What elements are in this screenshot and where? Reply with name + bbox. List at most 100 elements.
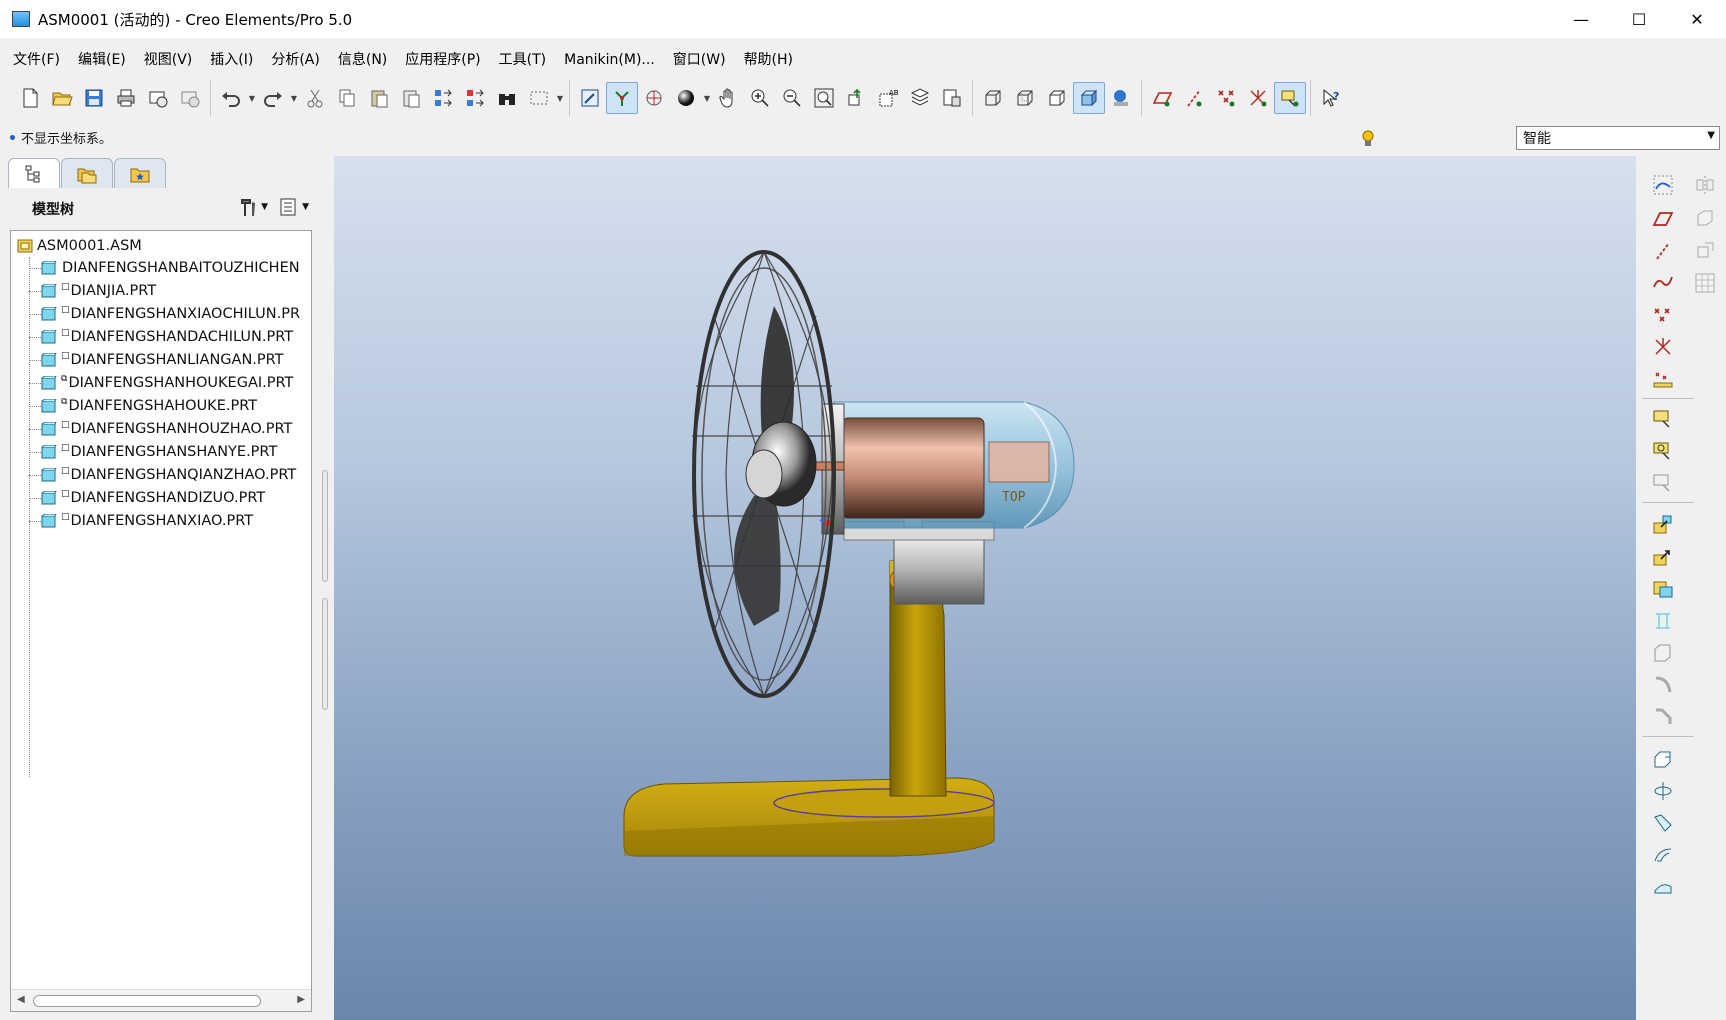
model-tree-display-button[interactable] xyxy=(1105,82,1137,114)
rotate-copy-button[interactable] xyxy=(1648,776,1678,806)
menu-manikin[interactable]: Manikin(M)... xyxy=(555,46,664,74)
tree-item[interactable]: □ DIANFENGSHANXIAO.PRT xyxy=(41,510,253,532)
menu-edit[interactable]: 编辑(E) xyxy=(69,46,135,74)
hidden-line-button[interactable] xyxy=(1009,82,1041,114)
shell-button[interactable] xyxy=(1648,744,1678,774)
tree-item[interactable]: ⧉ DIANFENGSHANHOUKEGAI.PRT xyxy=(41,372,293,394)
hole-button[interactable] xyxy=(1648,606,1678,636)
menu-help[interactable]: 帮助(H) xyxy=(735,46,802,74)
refit-button[interactable] xyxy=(808,82,840,114)
pattern-button[interactable] xyxy=(1690,268,1720,298)
trim-button[interactable] xyxy=(1690,236,1720,266)
cut-feature-button[interactable] xyxy=(1648,638,1678,668)
tree-item[interactable]: □ DIANFENGSHANHOUZHAO.PRT xyxy=(41,418,292,440)
merge-button[interactable] xyxy=(1690,204,1720,234)
rib-button[interactable] xyxy=(1648,840,1678,870)
minimize-button[interactable]: — xyxy=(1552,0,1610,38)
annotation-feature-button[interactable] xyxy=(1648,404,1678,434)
graphics-viewport[interactable]: TOP xyxy=(334,156,1636,1020)
print-button[interactable] xyxy=(110,82,142,114)
assemble-component-button[interactable] xyxy=(1648,510,1678,540)
cut-button[interactable] xyxy=(299,82,331,114)
tree-horizontal-scrollbar[interactable]: ◀ ▶ xyxy=(11,989,311,1011)
round-button[interactable] xyxy=(1648,670,1678,700)
saved-views-button[interactable]: AB xyxy=(872,82,904,114)
navigator-splitter[interactable] xyxy=(320,470,330,710)
menu-tools[interactable]: 工具(T) xyxy=(490,46,555,74)
annotations-button[interactable] xyxy=(1274,82,1306,114)
draft-button[interactable] xyxy=(1648,808,1678,838)
splitter-handle-top[interactable] xyxy=(322,470,328,582)
tree-show-button[interactable]: ▼ xyxy=(278,196,309,218)
curve-button[interactable] xyxy=(1648,268,1678,298)
select-dropdown-caret[interactable]: ▼ xyxy=(555,82,565,114)
tree-item[interactable]: □ DIANFENGSHANQIANZHAO.PRT xyxy=(41,464,296,486)
regen-manager-button[interactable] xyxy=(459,82,491,114)
select-box-button[interactable] xyxy=(523,82,555,114)
repaint-button[interactable] xyxy=(574,82,606,114)
tab-favorites[interactable] xyxy=(114,158,166,188)
tree-item[interactable]: ⧉ DIANFENGSHAHOUKE.PRT xyxy=(41,395,257,417)
zoom-out-button[interactable] xyxy=(776,82,808,114)
mirror-button[interactable] xyxy=(1690,170,1720,200)
open-file-button[interactable] xyxy=(46,82,78,114)
copy-button[interactable] xyxy=(331,82,363,114)
scroll-right-icon[interactable]: ▶ xyxy=(297,994,305,1005)
paste-special-button[interactable] xyxy=(395,82,427,114)
boundary-blend-button[interactable] xyxy=(1648,872,1678,902)
tree-settings-button[interactable]: ▼ xyxy=(237,196,268,218)
axis-button[interactable] xyxy=(1648,236,1678,266)
layers-button[interactable] xyxy=(904,82,936,114)
datum-points-button[interactable] xyxy=(1210,82,1242,114)
tree-item[interactable]: □ DIANFENGSHANDACHILUN.PRT xyxy=(41,326,293,348)
save-button[interactable] xyxy=(78,82,110,114)
menu-window[interactable]: 窗口(W) xyxy=(664,46,735,74)
redo-dropdown-caret[interactable]: ▼ xyxy=(289,82,299,114)
tree-item[interactable]: □ DIANFENGSHANXIAOCHILUN.PR xyxy=(41,303,300,325)
shading-button[interactable] xyxy=(670,82,702,114)
no-hidden-button[interactable] xyxy=(1041,82,1073,114)
paste-button[interactable] xyxy=(363,82,395,114)
plane-button[interactable] xyxy=(1648,204,1678,234)
find-button[interactable] xyxy=(491,82,523,114)
context-help-button[interactable]: ? xyxy=(1315,82,1347,114)
maximize-button[interactable]: ☐ xyxy=(1610,0,1668,38)
spin-center-button[interactable] xyxy=(638,82,670,114)
send-link-button[interactable] xyxy=(174,82,206,114)
point-button[interactable] xyxy=(1648,300,1678,330)
chamfer-button[interactable] xyxy=(1648,702,1678,732)
reorient-button[interactable] xyxy=(840,82,872,114)
wireframe-button[interactable] xyxy=(977,82,1009,114)
menu-info[interactable]: 信息(N) xyxy=(329,46,396,74)
menu-insert[interactable]: 插入(I) xyxy=(201,46,262,74)
tab-folder-browser[interactable] xyxy=(61,158,113,188)
tree-item[interactable]: □ DIANFENGSHANLIANGAN.PRT xyxy=(41,349,284,371)
menu-file[interactable]: 文件(F) xyxy=(4,46,69,74)
scroll-left-icon[interactable]: ◀ xyxy=(17,994,25,1005)
sketch-button[interactable] xyxy=(1648,170,1678,200)
orient-mode-button[interactable] xyxy=(606,82,638,114)
undo-dropdown-caret[interactable]: ▼ xyxy=(247,82,257,114)
tree-root-assembly[interactable]: ASM0001.ASM xyxy=(17,235,142,257)
undo-button[interactable] xyxy=(215,82,247,114)
send-email-button[interactable] xyxy=(142,82,174,114)
close-button[interactable]: ✕ xyxy=(1668,0,1726,38)
analysis-feature-button[interactable] xyxy=(1648,364,1678,394)
coordinate-systems-button[interactable] xyxy=(1242,82,1274,114)
new-file-button[interactable] xyxy=(14,82,46,114)
lightbulb-icon[interactable] xyxy=(1360,128,1376,150)
menu-view[interactable]: 视图(V) xyxy=(135,46,202,74)
view-manager-button[interactable] xyxy=(936,82,968,114)
datum-planes-button[interactable] xyxy=(1146,82,1178,114)
package-component-button[interactable] xyxy=(1648,574,1678,604)
tree-item[interactable]: □ DIANFENGSHANSHANYE.PRT xyxy=(41,441,277,463)
splitter-handle-bottom[interactable] xyxy=(322,598,328,710)
regenerate-button[interactable] xyxy=(427,82,459,114)
menu-applications[interactable]: 应用程序(P) xyxy=(396,46,489,74)
selection-filter-select[interactable]: 智能 ▼ xyxy=(1516,126,1720,150)
zoom-in-button[interactable] xyxy=(744,82,776,114)
create-component-button[interactable] xyxy=(1648,542,1678,572)
tree-item[interactable]: □ DIANFENGSHANDIZUO.PRT xyxy=(41,487,265,509)
shaded-button[interactable] xyxy=(1073,82,1105,114)
csys-button[interactable] xyxy=(1648,332,1678,362)
